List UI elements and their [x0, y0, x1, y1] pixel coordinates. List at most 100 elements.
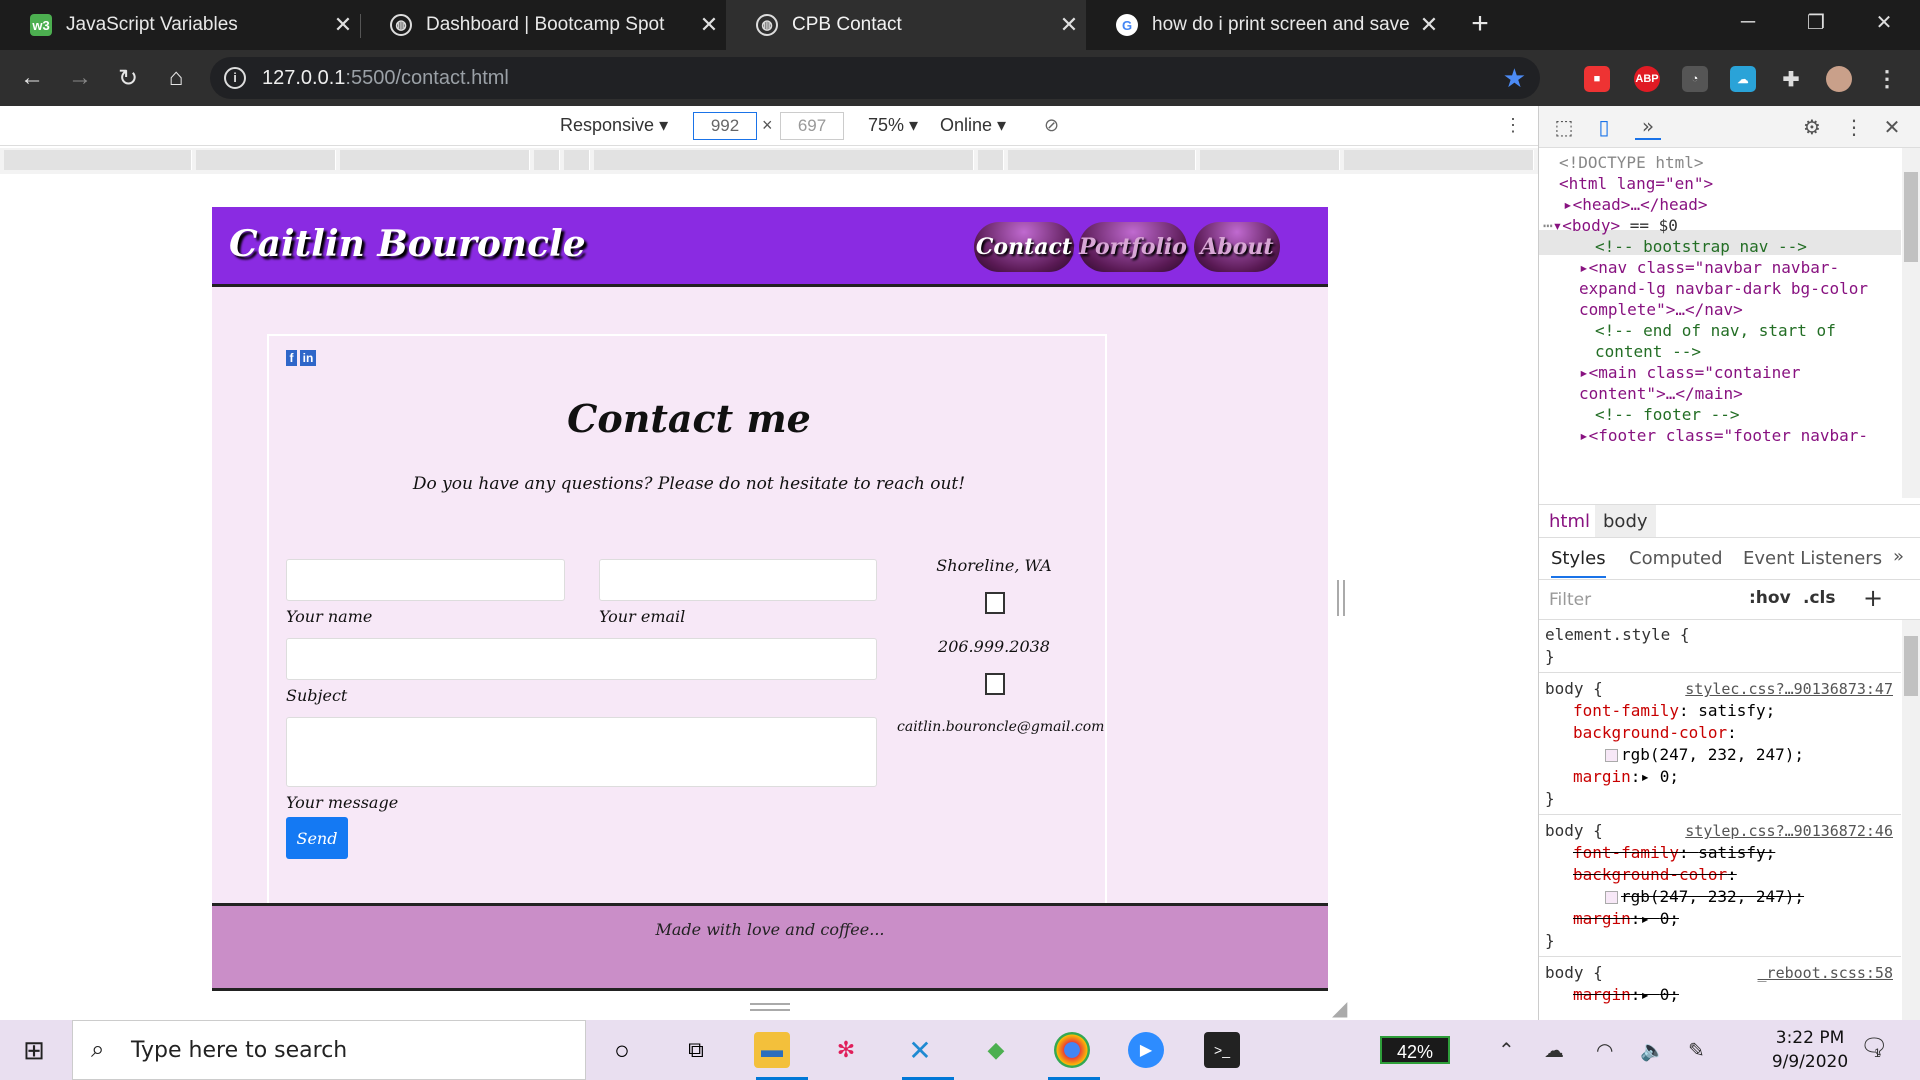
close-icon[interactable]: ✕	[1052, 12, 1086, 38]
adblock-extension-icon[interactable]: ABP	[1634, 66, 1660, 92]
onedrive-cloud-icon[interactable]: ☁	[1544, 1038, 1564, 1063]
back-button[interactable]: ←	[14, 60, 50, 96]
rotate-icon[interactable]: ⊘	[1044, 115, 1059, 136]
device-more-icon[interactable]: ⋮	[1504, 115, 1522, 136]
network-throttle-select[interactable]: Online ▾	[940, 115, 1006, 136]
devtools-menu-icon[interactable]: ⋮	[1841, 114, 1867, 140]
overridden-declaration[interactable]: background-color:	[1573, 864, 1737, 886]
viewport-resize-handle-bottom[interactable]	[750, 1003, 790, 1011]
tab-cpb-contact[interactable]: ◍ CPB Contact ✕	[726, 0, 1086, 50]
nav-contact-link[interactable]: Contact	[974, 222, 1074, 272]
close-icon[interactable]: ✕	[692, 12, 726, 38]
email-input[interactable]	[599, 559, 877, 601]
task-view-icon[interactable]: ⧉	[678, 1032, 714, 1068]
nav-about-link[interactable]: About	[1194, 222, 1280, 272]
viewport-height-input[interactable]: 697	[780, 112, 844, 140]
subject-input[interactable]	[286, 638, 877, 680]
rule-value[interactable]: rgb(247, 232, 247);	[1605, 744, 1804, 766]
vscode-icon[interactable]: ✕	[902, 1032, 938, 1068]
rule-source-link[interactable]: stylec.css?…90136873:47	[1685, 678, 1893, 700]
tray-chevron-icon[interactable]: ⌃	[1498, 1038, 1515, 1063]
body-rule-selector[interactable]: body {	[1545, 678, 1603, 700]
cls-button[interactable]: .cls	[1803, 588, 1835, 608]
zoom-select[interactable]: 75% ▾	[868, 115, 918, 136]
pen-icon[interactable]: ✎	[1688, 1038, 1705, 1063]
profile-avatar[interactable]	[1826, 66, 1852, 92]
body-rule-selector[interactable]: body {	[1545, 820, 1603, 842]
tab-styles[interactable]: Styles	[1551, 548, 1606, 578]
tab-computed[interactable]: Computed	[1629, 548, 1723, 569]
forward-button[interactable]: →	[62, 60, 98, 96]
device-mode-select[interactable]: Responsive ▾	[560, 115, 668, 136]
new-tab-button[interactable]: +	[1462, 6, 1498, 42]
wifi-icon[interactable]: ◠	[1596, 1038, 1613, 1063]
body-rule-selector[interactable]: body {	[1545, 962, 1603, 984]
notifications-icon[interactable]: 🗨 1	[1860, 1034, 1888, 1060]
facebook-icon[interactable]: f	[286, 350, 297, 366]
rule-declaration[interactable]: background-color:	[1573, 722, 1737, 744]
settings-gear-icon[interactable]: ⚙	[1799, 114, 1825, 140]
contact-email[interactable]: caitlin.bouroncle@gmail.com	[897, 719, 1104, 735]
corner-resize-icon[interactable]: ◢	[1332, 996, 1347, 1021]
close-devtools-icon[interactable]: ✕	[1879, 114, 1905, 140]
color-swatch[interactable]	[1605, 891, 1618, 904]
chrome-icon[interactable]	[1054, 1032, 1090, 1068]
info-icon[interactable]: i	[224, 67, 246, 89]
filter-input[interactable]: Filter	[1549, 590, 1591, 610]
terminal-icon[interactable]: >_	[1204, 1032, 1240, 1068]
tab-dashboard[interactable]: ◍ Dashboard | Bootcamp Spot ✕	[360, 0, 726, 50]
more-panels-icon[interactable]: »	[1635, 114, 1661, 140]
restore-button[interactable]: ❐	[1782, 0, 1850, 44]
site-brand[interactable]: Caitlin Bouroncle	[229, 223, 586, 265]
address-bar[interactable]: i 127.0.0.1:5500/contact.html ★	[210, 57, 1540, 99]
battery-indicator[interactable]: 42%	[1380, 1036, 1450, 1064]
device-toggle-icon[interactable]: ▯	[1591, 114, 1617, 140]
taskbar-search[interactable]: ⌕ Type here to search	[72, 1020, 586, 1080]
overridden-declaration[interactable]: margin:▸ 0;	[1573, 908, 1679, 930]
close-icon[interactable]: ✕	[326, 12, 360, 38]
file-explorer-icon[interactable]: ▬	[754, 1032, 790, 1068]
windows-start-icon[interactable]: ⊞	[16, 1032, 52, 1068]
bookmark-star-icon[interactable]: ★	[1503, 63, 1526, 94]
styles-scrollbar[interactable]	[1902, 620, 1920, 1020]
rule-declaration[interactable]: margin:▸ 0;	[1573, 766, 1679, 788]
color-swatch[interactable]	[1605, 749, 1618, 762]
rule-declaration[interactable]: font-family: satisfy;	[1573, 700, 1775, 722]
zoom-icon[interactable]: ▶	[1128, 1032, 1164, 1068]
tab-google-search[interactable]: G how do i print screen and save to ✕	[1086, 0, 1446, 50]
taskbar-clock[interactable]: 3:22 PM 9/9/2020	[1750, 1026, 1870, 1074]
browser-menu-icon[interactable]: ⋮	[1874, 66, 1900, 92]
home-button[interactable]: ⌂	[158, 60, 194, 96]
rule-source-link[interactable]: _reboot.scss:58	[1758, 962, 1893, 984]
new-rule-icon[interactable]: +	[1863, 584, 1883, 612]
nav-portfolio-link[interactable]: Portfolio	[1079, 222, 1187, 272]
viewport-resize-handle-right[interactable]	[1337, 580, 1345, 616]
more-tabs-icon[interactable]: »	[1893, 546, 1904, 567]
rule-source-link[interactable]: stylep.css?…90136872:46	[1685, 820, 1893, 842]
tab-javascript-variables[interactable]: w3 JavaScript Variables ✕	[0, 0, 360, 50]
message-textarea[interactable]	[286, 717, 877, 787]
footer-node[interactable]: ▸<footer class="footer navbar-	[1579, 423, 1868, 448]
hov-button[interactable]: :hov	[1749, 588, 1791, 608]
url-text[interactable]: 127.0.0.1:5500/contact.html	[262, 67, 509, 90]
element-style-rule[interactable]: element.style {	[1545, 624, 1690, 646]
overridden-value[interactable]: rgb(247, 232, 247);	[1605, 886, 1804, 908]
linkedin-icon[interactable]: in	[300, 350, 316, 366]
cloud-extension-icon[interactable]: ☁	[1730, 66, 1756, 92]
breadcrumb-body[interactable]: body	[1595, 505, 1656, 537]
send-button[interactable]: Send	[286, 817, 348, 859]
overridden-declaration[interactable]: font-family: satisfy;	[1573, 842, 1775, 864]
tab-event-listeners[interactable]: Event Listeners	[1743, 548, 1882, 569]
name-input[interactable]	[286, 559, 565, 601]
minimize-button[interactable]: ─	[1714, 0, 1782, 44]
volume-icon[interactable]: 🔈	[1640, 1038, 1665, 1063]
cortana-icon[interactable]: ○	[604, 1032, 640, 1068]
viewport-width-input[interactable]: 992	[693, 112, 757, 140]
extensions-puzzle-icon[interactable]: ✚	[1778, 66, 1804, 92]
gitkraken-icon[interactable]: ◆	[978, 1032, 1014, 1068]
elements-scrollbar[interactable]	[1902, 148, 1920, 498]
bulb-extension-icon[interactable]: ◔	[1682, 66, 1708, 92]
slack-icon[interactable]: ✻	[828, 1032, 864, 1068]
inspect-element-icon[interactable]: ⬚	[1551, 114, 1577, 140]
breadcrumb-html[interactable]: html	[1549, 511, 1590, 532]
